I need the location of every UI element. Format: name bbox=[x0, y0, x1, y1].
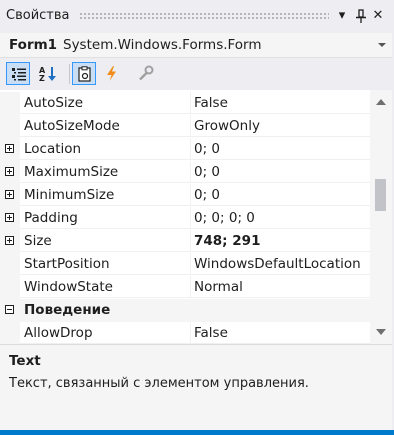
property-value[interactable]: Normal bbox=[190, 276, 370, 298]
property-row[interactable]: WindowState Normal bbox=[0, 276, 370, 299]
categorized-button[interactable] bbox=[6, 62, 30, 85]
close-icon[interactable]: ✕ bbox=[369, 7, 387, 25]
property-name: Size bbox=[20, 230, 190, 252]
property-name: MaximumSize bbox=[20, 161, 190, 183]
property-value[interactable]: False bbox=[190, 92, 370, 114]
collapse-minus-icon[interactable] bbox=[5, 305, 14, 314]
categorized-icon bbox=[12, 68, 26, 81]
category-row[interactable]: Поведение bbox=[0, 299, 370, 322]
property-row[interactable]: Location 0; 0 bbox=[0, 138, 370, 161]
alphabetical-button[interactable]: A Z bbox=[35, 62, 59, 85]
property-pages-button[interactable] bbox=[134, 62, 158, 85]
property-value[interactable]: 0; 0 bbox=[190, 138, 370, 160]
property-value[interactable]: 0; 0 bbox=[190, 184, 370, 206]
scroll-up-icon[interactable] bbox=[376, 99, 386, 105]
property-row[interactable]: StartPosition WindowsDefaultLocation bbox=[0, 253, 370, 276]
property-name: AllowDrop bbox=[20, 322, 190, 344]
property-row[interactable]: MaximumSize 0; 0 bbox=[0, 161, 370, 184]
property-name: Location bbox=[20, 138, 190, 160]
description-title: Text bbox=[9, 353, 41, 369]
window-menu-dropdown-icon[interactable]: ▾ bbox=[333, 7, 351, 25]
object-selector[interactable]: Form1 System.Windows.Forms.Form bbox=[0, 33, 394, 58]
alphabetical-sort-icon: A Z bbox=[39, 66, 56, 82]
status-accent-bar bbox=[0, 430, 394, 435]
property-value[interactable]: 0; 0; 0; 0 bbox=[190, 207, 370, 229]
property-name: Padding bbox=[20, 207, 190, 229]
wrench-icon bbox=[139, 65, 154, 81]
property-name: WindowState bbox=[20, 276, 190, 298]
property-grid: AutoSize False AutoSizeMode GrowOnly Loc… bbox=[0, 90, 370, 345]
properties-icon bbox=[78, 66, 91, 82]
row-margin bbox=[0, 322, 20, 345]
property-row[interactable]: Padding 0; 0; 0; 0 bbox=[0, 207, 370, 230]
toolbar-separator bbox=[69, 64, 70, 84]
drag-grip[interactable] bbox=[79, 12, 329, 19]
expand-plus-icon[interactable] bbox=[5, 167, 14, 176]
vertical-scrollbar[interactable] bbox=[370, 90, 392, 344]
events-button[interactable] bbox=[100, 62, 124, 85]
property-name: MinimumSize bbox=[20, 184, 190, 206]
window-title: Свойства bbox=[6, 8, 70, 23]
scroll-down-icon[interactable] bbox=[376, 329, 386, 335]
property-value[interactable]: GrowOnly bbox=[190, 115, 370, 137]
expand-plus-icon[interactable] bbox=[5, 236, 14, 245]
property-row[interactable]: MinimumSize 0; 0 bbox=[0, 184, 370, 207]
category-name: Поведение bbox=[24, 302, 111, 318]
svg-text:Z: Z bbox=[39, 74, 45, 82]
property-value[interactable]: 748; 291 bbox=[190, 230, 370, 252]
property-value[interactable]: WindowsDefaultLocation bbox=[190, 253, 370, 275]
pin-icon[interactable] bbox=[352, 7, 370, 25]
row-margin bbox=[0, 253, 20, 276]
properties-toolbar: A Z bbox=[0, 58, 394, 90]
description-text: Текст, связанный с элементом управления. bbox=[9, 376, 309, 391]
row-margin bbox=[0, 92, 20, 115]
property-row[interactable]: AutoSizeMode GrowOnly bbox=[0, 115, 370, 138]
property-value[interactable]: False bbox=[190, 322, 370, 344]
property-name: AutoSizeMode bbox=[20, 115, 190, 137]
expand-plus-icon[interactable] bbox=[5, 144, 14, 153]
property-row[interactable]: Size 748; 291 bbox=[0, 230, 370, 253]
expand-plus-icon[interactable] bbox=[5, 190, 14, 199]
row-margin bbox=[0, 276, 20, 299]
description-panel: Text Текст, связанный с элементом управл… bbox=[0, 344, 394, 430]
property-name: AutoSize bbox=[20, 92, 190, 114]
object-name: Form1 bbox=[9, 37, 58, 53]
expand-plus-icon[interactable] bbox=[5, 213, 14, 222]
chevron-down-icon[interactable] bbox=[378, 43, 386, 47]
events-lightning-icon bbox=[107, 66, 116, 81]
properties-button[interactable] bbox=[72, 62, 96, 85]
property-row[interactable]: AllowDrop False bbox=[0, 322, 370, 345]
property-value[interactable]: 0; 0 bbox=[190, 161, 370, 183]
title-bar: Свойства ▾ ✕ bbox=[0, 0, 394, 33]
pin-icon-svg bbox=[356, 9, 366, 23]
row-margin bbox=[0, 115, 20, 138]
property-name: StartPosition bbox=[20, 253, 190, 275]
property-row[interactable]: AutoSize False bbox=[0, 92, 370, 115]
object-type: System.Windows.Forms.Form bbox=[63, 37, 262, 53]
scroll-thumb[interactable] bbox=[375, 179, 386, 211]
